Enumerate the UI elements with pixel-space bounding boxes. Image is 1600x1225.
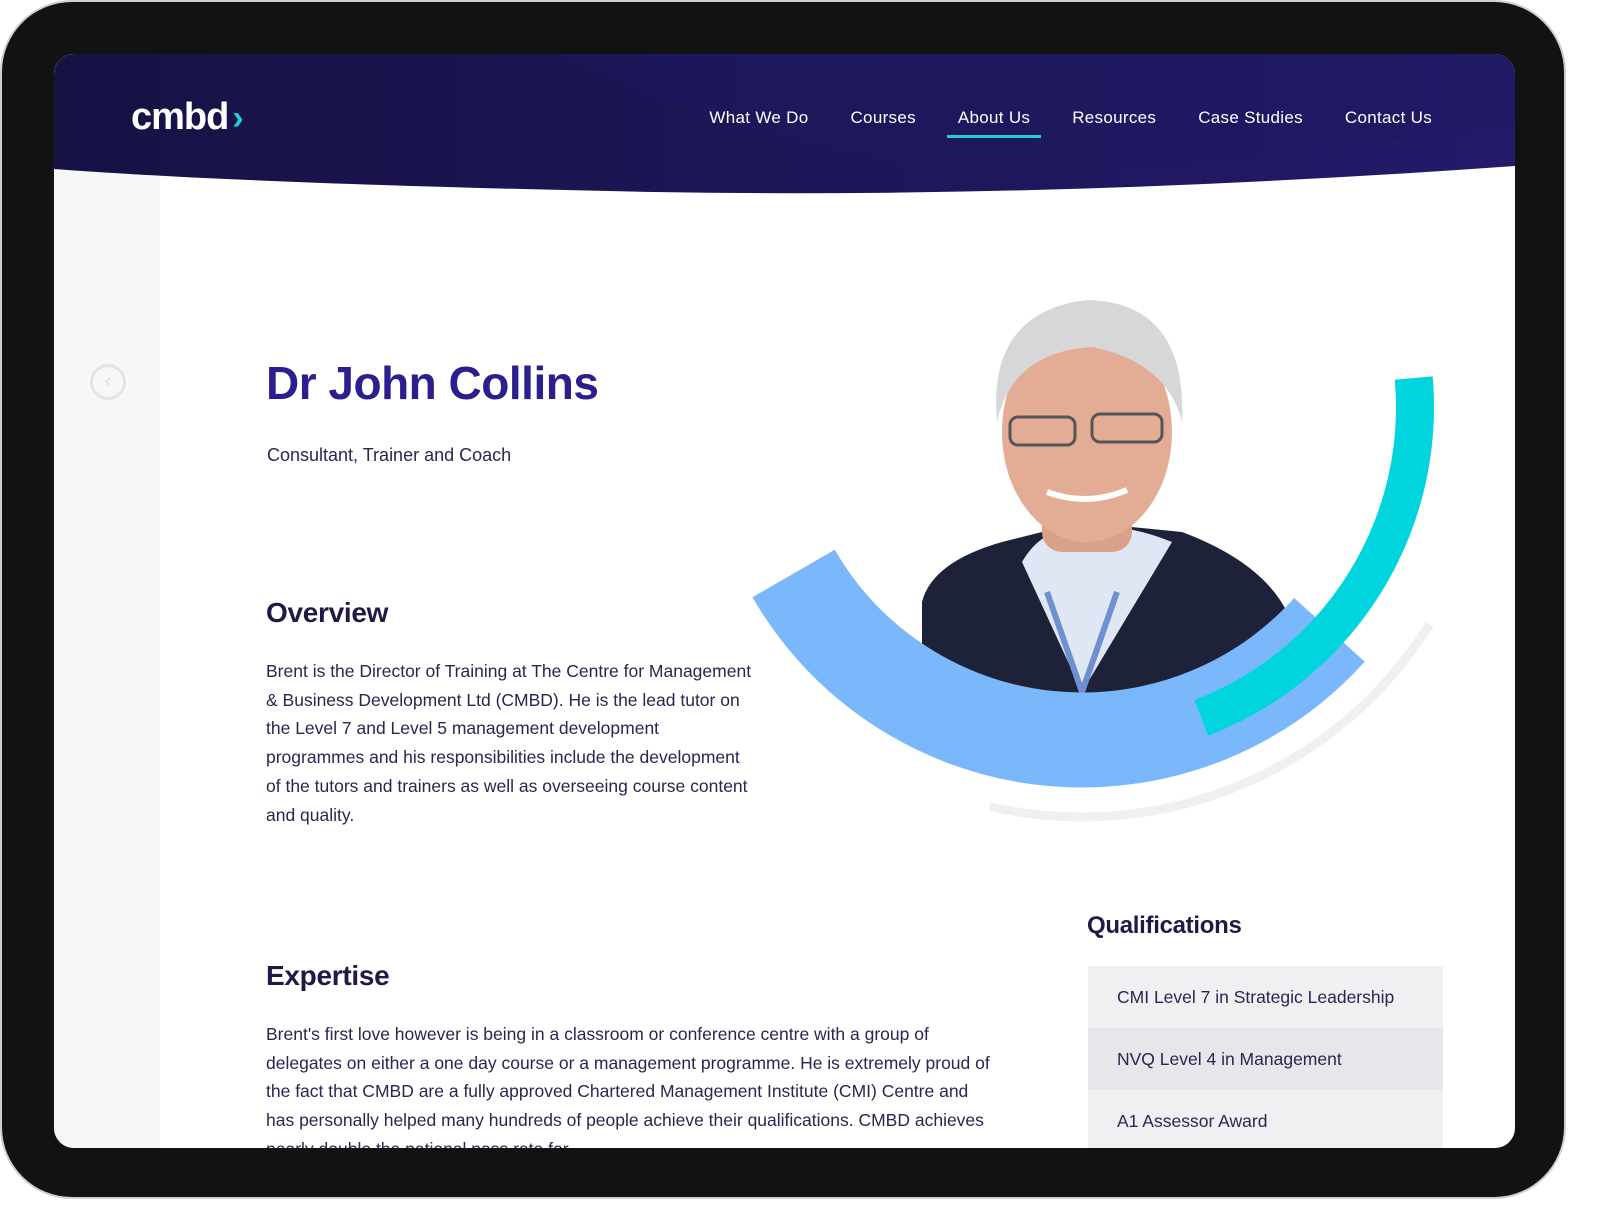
list-item: NVQ Level 4 in Management bbox=[1088, 1028, 1443, 1090]
qualifications-list: CMI Level 7 in Strategic Leadership NVQ … bbox=[1088, 966, 1443, 1148]
list-item: A1 Assessor Award bbox=[1088, 1090, 1443, 1148]
profile-photo bbox=[922, 300, 1292, 702]
page-title: Dr John Collins bbox=[266, 357, 599, 409]
tablet-frame: cmbd › What We Do Courses About Us Resour… bbox=[2, 2, 1564, 1197]
expertise-text: Brent's first love however is being in a… bbox=[266, 1024, 990, 1148]
job-title: Consultant, Trainer and Coach bbox=[267, 445, 512, 465]
screen: cmbd › What We Do Courses About Us Resour… bbox=[54, 54, 1515, 1148]
list-item: CMI Level 7 in Strategic Leadership bbox=[1088, 966, 1443, 1028]
qualifications-heading: Qualifications bbox=[1087, 912, 1242, 939]
overview-heading: Overview bbox=[266, 597, 389, 628]
expertise-heading: Expertise bbox=[266, 960, 390, 991]
overview-text: Brent is the Director of Training at The… bbox=[266, 661, 752, 825]
